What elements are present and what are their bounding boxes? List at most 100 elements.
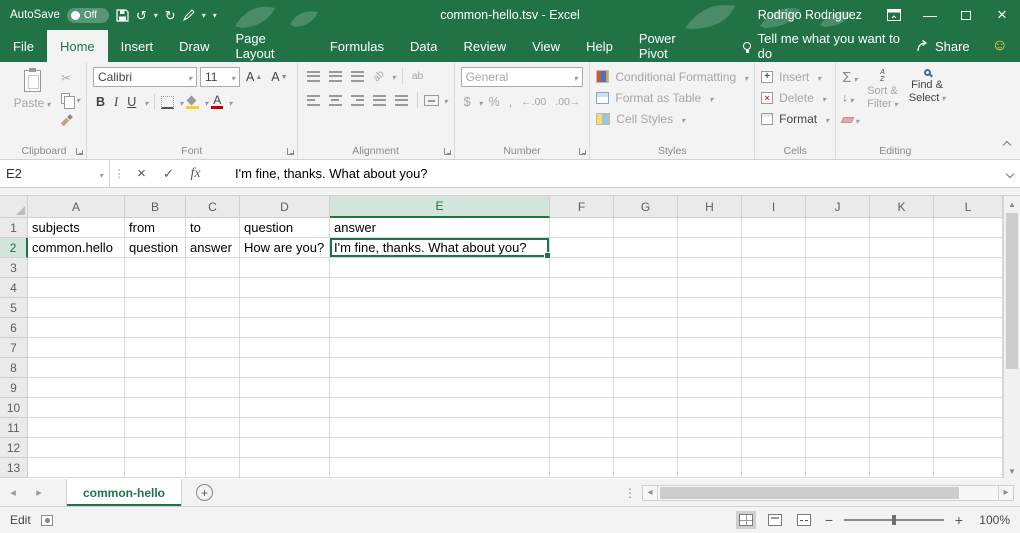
cell-E13[interactable] bbox=[330, 458, 550, 478]
page-layout-view-button[interactable] bbox=[765, 511, 785, 529]
sheet-nav-right-icon[interactable]: ▸ bbox=[26, 479, 52, 506]
cell-E5[interactable] bbox=[330, 298, 550, 318]
increase-decimal-button[interactable]: ←.00 bbox=[518, 93, 549, 111]
cell-F2[interactable] bbox=[550, 238, 614, 258]
cell-C8[interactable] bbox=[186, 358, 240, 378]
user-name[interactable]: Rodrigo Rodriguez bbox=[758, 8, 862, 22]
delete-cells-button[interactable]: × Delete bbox=[761, 88, 829, 107]
wrap-text-button[interactable]: ab bbox=[409, 67, 427, 85]
cell-B1[interactable]: from bbox=[125, 218, 186, 238]
formula-input[interactable]: I'm fine, thanks. What about you? bbox=[209, 160, 1000, 187]
middle-align-button[interactable] bbox=[326, 67, 345, 85]
cell-J6[interactable] bbox=[806, 318, 870, 338]
column-header-D[interactable]: D bbox=[240, 196, 330, 218]
cell-A5[interactable] bbox=[28, 298, 125, 318]
cell-F13[interactable] bbox=[550, 458, 614, 478]
normal-view-button[interactable] bbox=[736, 511, 756, 529]
cell-D10[interactable] bbox=[240, 398, 330, 418]
cell-G6[interactable] bbox=[614, 318, 678, 338]
cell-J12[interactable] bbox=[806, 438, 870, 458]
cell-K13[interactable] bbox=[870, 458, 934, 478]
scroll-up-icon[interactable]: ▲ bbox=[1004, 196, 1020, 212]
cell-D9[interactable] bbox=[240, 378, 330, 398]
cell-A2[interactable]: common.hello bbox=[28, 238, 125, 258]
cell-A11[interactable] bbox=[28, 418, 125, 438]
cell-L2[interactable] bbox=[934, 238, 1003, 258]
cell-F3[interactable] bbox=[550, 258, 614, 278]
cell-F4[interactable] bbox=[550, 278, 614, 298]
cell-A7[interactable] bbox=[28, 338, 125, 358]
cell-K8[interactable] bbox=[870, 358, 934, 378]
column-header-I[interactable]: I bbox=[742, 196, 806, 218]
cell-I2[interactable] bbox=[742, 238, 806, 258]
pen-icon[interactable] bbox=[183, 9, 195, 21]
cell-J13[interactable] bbox=[806, 458, 870, 478]
scroll-right-icon[interactable]: ▸ bbox=[998, 485, 1014, 501]
cell-L13[interactable] bbox=[934, 458, 1003, 478]
cell-L6[interactable] bbox=[934, 318, 1003, 338]
cell-L9[interactable] bbox=[934, 378, 1003, 398]
orientation-button[interactable]: ab bbox=[367, 65, 389, 87]
enter-icon[interactable]: ✓ bbox=[155, 160, 182, 187]
conditional-formatting-button[interactable]: Conditional Formatting bbox=[596, 67, 748, 86]
format-cells-button[interactable]: Format bbox=[761, 109, 829, 128]
save-icon[interactable] bbox=[116, 9, 129, 22]
underline-button[interactable]: U bbox=[124, 93, 139, 111]
cell-H12[interactable] bbox=[678, 438, 742, 458]
number-dialog-launcher-icon[interactable] bbox=[579, 148, 586, 155]
cell-G5[interactable] bbox=[614, 298, 678, 318]
cell-K3[interactable] bbox=[870, 258, 934, 278]
cell-C7[interactable] bbox=[186, 338, 240, 358]
ribbon-tab-draw[interactable]: Draw bbox=[166, 30, 222, 62]
zoom-in-icon[interactable]: + bbox=[953, 512, 965, 528]
vertical-scroll-track[interactable] bbox=[1004, 212, 1020, 463]
cell-L5[interactable] bbox=[934, 298, 1003, 318]
cell-E7[interactable] bbox=[330, 338, 550, 358]
row-header-13[interactable]: 13 bbox=[0, 458, 28, 478]
cell-H2[interactable] bbox=[678, 238, 742, 258]
insert-function-icon[interactable]: fx bbox=[182, 160, 209, 187]
decrease-font-size-button[interactable]: A▼ bbox=[268, 68, 290, 86]
page-break-view-button[interactable] bbox=[794, 511, 814, 529]
cell-F8[interactable] bbox=[550, 358, 614, 378]
cell-K6[interactable] bbox=[870, 318, 934, 338]
cell-I6[interactable] bbox=[742, 318, 806, 338]
name-box[interactable]: E2 bbox=[0, 160, 110, 187]
row-header-12[interactable]: 12 bbox=[0, 438, 28, 458]
row-header-7[interactable]: 7 bbox=[0, 338, 28, 358]
ribbon-tab-formulas[interactable]: Formulas bbox=[317, 30, 397, 62]
cell-G7[interactable] bbox=[614, 338, 678, 358]
alignment-dialog-launcher-icon[interactable] bbox=[444, 148, 451, 155]
cell-J11[interactable] bbox=[806, 418, 870, 438]
cell-G1[interactable] bbox=[614, 218, 678, 238]
align-left-button[interactable] bbox=[304, 91, 323, 109]
cell-I9[interactable] bbox=[742, 378, 806, 398]
ribbon-tab-home[interactable]: Home bbox=[47, 30, 108, 62]
column-header-A[interactable]: A bbox=[28, 196, 125, 218]
cell-D2[interactable]: How are you? bbox=[240, 238, 330, 258]
cell-C12[interactable] bbox=[186, 438, 240, 458]
cell-C13[interactable] bbox=[186, 458, 240, 478]
increase-indent-button[interactable] bbox=[392, 91, 411, 109]
column-header-J[interactable]: J bbox=[806, 196, 870, 218]
row-header-10[interactable]: 10 bbox=[0, 398, 28, 418]
column-header-H[interactable]: H bbox=[678, 196, 742, 218]
font-name-select[interactable]: Calibri bbox=[93, 67, 197, 87]
zoom-percentage[interactable]: 100% bbox=[974, 513, 1010, 527]
cell-B10[interactable] bbox=[125, 398, 186, 418]
cell-K2[interactable] bbox=[870, 238, 934, 258]
cell-E12[interactable] bbox=[330, 438, 550, 458]
ribbon-tab-page-layout[interactable]: Page Layout bbox=[223, 30, 317, 62]
customize-qat-icon[interactable]: ▾ bbox=[213, 11, 217, 20]
cell-B3[interactable] bbox=[125, 258, 186, 278]
cell-D7[interactable] bbox=[240, 338, 330, 358]
cell-B12[interactable] bbox=[125, 438, 186, 458]
cell-C11[interactable] bbox=[186, 418, 240, 438]
fill-color-icon[interactable] bbox=[186, 96, 199, 109]
cell-F5[interactable] bbox=[550, 298, 614, 318]
cell-C6[interactable] bbox=[186, 318, 240, 338]
cell-D8[interactable] bbox=[240, 358, 330, 378]
new-sheet-button[interactable]: + bbox=[196, 484, 213, 501]
cell-H10[interactable] bbox=[678, 398, 742, 418]
cell-K11[interactable] bbox=[870, 418, 934, 438]
